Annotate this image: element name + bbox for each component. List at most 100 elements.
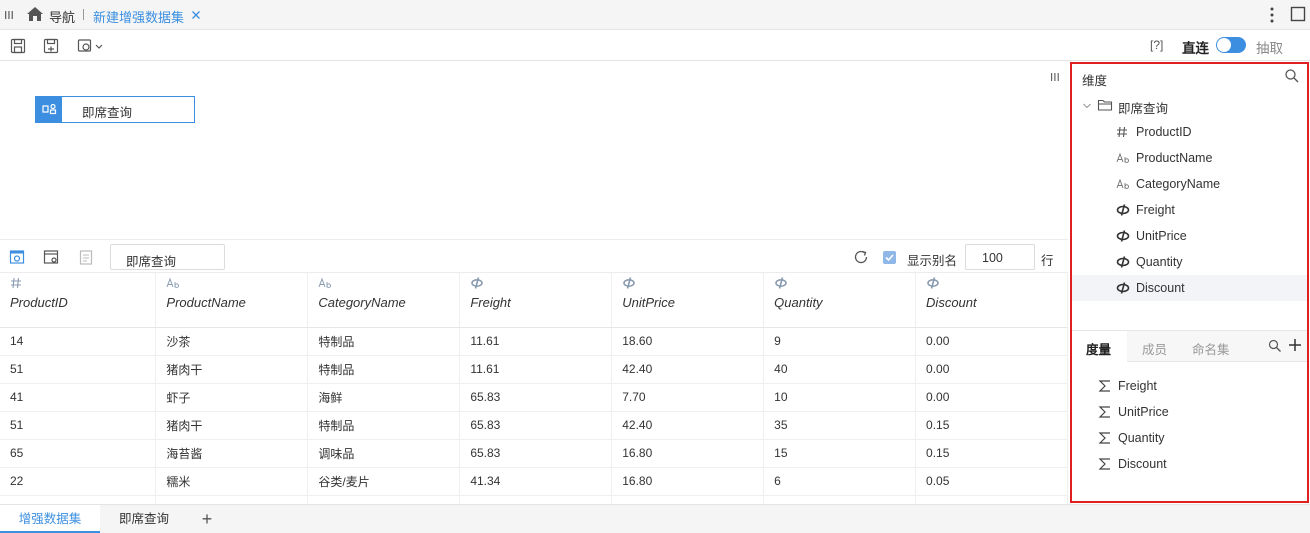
column-header-unitprice[interactable]: UnitPrice (611, 273, 765, 328)
table-cell: 沙茶 (155, 327, 309, 356)
table-cell (307, 495, 461, 504)
table-cell (915, 495, 1068, 504)
panel-collapse-icon[interactable] (1050, 71, 1060, 83)
preview-data-icon[interactable] (8, 248, 26, 266)
folder-icon (1097, 98, 1113, 112)
measure-item-quantity[interactable]: Quantity (1072, 425, 1307, 451)
measure-item-freight[interactable]: Freight (1072, 373, 1307, 399)
menu-grip-icon[interactable] (4, 8, 14, 22)
field-item-productid[interactable]: ProductID (1072, 119, 1307, 145)
table-row[interactable]: 51 猪肉干 特制品 11.61 42.40 40 0.00 (0, 355, 1068, 384)
query-node-icon (36, 97, 62, 122)
search-icon[interactable] (1284, 68, 1300, 84)
table-cell: 猪肉干 (155, 355, 309, 384)
table-cell: 41 (0, 383, 157, 412)
measure-search-icon[interactable] (1268, 339, 1282, 353)
tab-members[interactable]: 成员 (1142, 339, 1167, 358)
measure-label: Freight (1118, 379, 1157, 393)
rows-input[interactable]: 100 (965, 244, 1035, 270)
grid-toolbar: 即席查询 显示别名 100 行 (0, 239, 1068, 273)
column-header-quantity[interactable]: Quantity (763, 273, 917, 328)
tab-new-dataset[interactable]: 新建增强数据集 (93, 7, 184, 26)
chevron-down-icon[interactable] (1082, 101, 1092, 111)
add-tab-button[interactable]: + (195, 505, 219, 533)
field-item-productname[interactable]: ProductName (1072, 145, 1307, 171)
bottom-tab-query[interactable]: 即席查询 (104, 505, 184, 533)
tab-named-sets[interactable]: 命名集 (1192, 339, 1230, 358)
home-icon[interactable] (26, 6, 44, 22)
table-cell: 特制品 (307, 411, 461, 440)
refresh-icon[interactable] (852, 248, 870, 266)
panel-tabs: 度量 成员 命名集 (1072, 330, 1307, 362)
mode-toggle[interactable] (1216, 37, 1246, 53)
table-cell: 海苔酱 (155, 439, 309, 468)
mode-direct-label: 直连 (1182, 41, 1209, 56)
maximize-icon[interactable] (1290, 6, 1306, 22)
table-row[interactable]: 65 海苔酱 调味品 65.83 16.80 15 0.15 (0, 439, 1068, 468)
column-header-label: UnitPrice (622, 295, 675, 310)
field-label: Discount (1136, 281, 1185, 295)
query-node[interactable]: 即席查询 (35, 96, 195, 123)
nav-link[interactable]: 导航 (49, 7, 75, 26)
field-item-discount[interactable]: Discount (1072, 275, 1307, 301)
query-name-box[interactable]: 即席查询 (110, 244, 225, 270)
table-cell: 22 (0, 467, 157, 496)
table-body: 14 沙茶 特制品 11.61 18.60 9 0.00 51 猪肉干 特制品 11.61 42.40… (0, 327, 1068, 504)
divider (83, 9, 84, 20)
table-row[interactable]: 22 糯米 谷类/麦片 41.34 16.80 6 0.05 (0, 467, 1068, 496)
top-bar: 导航 新建增强数据集 (0, 0, 1310, 30)
field-item-freight[interactable]: Freight (1072, 197, 1307, 223)
field-label: CategoryName (1136, 177, 1221, 191)
table-cell (459, 495, 613, 504)
column-header-discount[interactable]: Discount (915, 273, 1068, 328)
bottom-tab-query-label: 即席查询 (118, 512, 169, 526)
save-icon[interactable] (9, 37, 27, 55)
measure-label: Discount (1118, 457, 1167, 471)
settings-dropdown-icon[interactable] (76, 37, 106, 55)
bottom-tab-dataset[interactable]: 增强数据集 (0, 505, 100, 533)
table-cell: 18.60 (611, 327, 765, 356)
tab-measures[interactable]: 度量 (1072, 331, 1127, 362)
sigma-icon (1098, 457, 1112, 474)
close-icon[interactable] (190, 9, 202, 21)
show-alias-checkbox[interactable] (883, 251, 896, 264)
column-header-categoryname[interactable]: CategoryName (307, 273, 461, 328)
table-cell (0, 495, 157, 504)
table-row[interactable]: 51 猪肉干 特制品 65.83 42.40 35 0.15 (0, 411, 1068, 440)
notes-icon[interactable] (77, 248, 95, 266)
table-header-row: ProductID ProductName CategoryName Freight U… (0, 273, 1068, 328)
field-item-quantity[interactable]: Quantity (1072, 249, 1307, 275)
table-row[interactable]: 14 沙茶 特制品 11.61 18.60 9 0.00 (0, 327, 1068, 356)
table-row[interactable] (0, 495, 1068, 504)
table-cell: 0.15 (915, 439, 1068, 468)
save-as-icon[interactable] (42, 37, 60, 55)
mode-extract-label: 抽取 (1256, 41, 1283, 56)
field-item-categoryname[interactable]: CategoryName (1072, 171, 1307, 197)
more-vertical-icon[interactable] (1266, 6, 1278, 24)
sigma-icon (1098, 405, 1112, 422)
table-cell: 特制品 (307, 355, 461, 384)
field-label: Quantity (1136, 255, 1183, 269)
measure-item-discount[interactable]: Discount (1072, 451, 1307, 477)
add-icon[interactable] (1288, 338, 1302, 352)
table-cell: 7.70 (611, 383, 765, 412)
canvas-area[interactable]: 即席查询 (0, 61, 1068, 239)
table-cell (611, 495, 765, 504)
column-header-productname[interactable]: ProductName (155, 273, 309, 328)
table-cell: 糯米 (155, 467, 309, 496)
column-header-productid[interactable]: ProductID (0, 273, 157, 328)
table-cell: 特制品 (307, 327, 461, 356)
show-alias-label: 显示别名 (907, 254, 958, 268)
field-item-unitprice[interactable]: UnitPrice (1072, 223, 1307, 249)
table-cell (763, 495, 917, 504)
tree-folder[interactable]: 即席查询 (1072, 93, 1307, 119)
help-link[interactable]: [?] (1150, 38, 1163, 52)
table-cell: 51 (0, 355, 157, 384)
properties-icon[interactable] (42, 248, 60, 266)
table-cell: 40 (763, 355, 917, 384)
column-header-freight[interactable]: Freight (459, 273, 613, 328)
table-row[interactable]: 41 虾子 海鲜 65.83 7.70 10 0.00 (0, 383, 1068, 412)
table-cell: 谷类/麦片 (307, 467, 461, 496)
measure-item-unitprice[interactable]: UnitPrice (1072, 399, 1307, 425)
column-type-indicator (926, 277, 1057, 291)
